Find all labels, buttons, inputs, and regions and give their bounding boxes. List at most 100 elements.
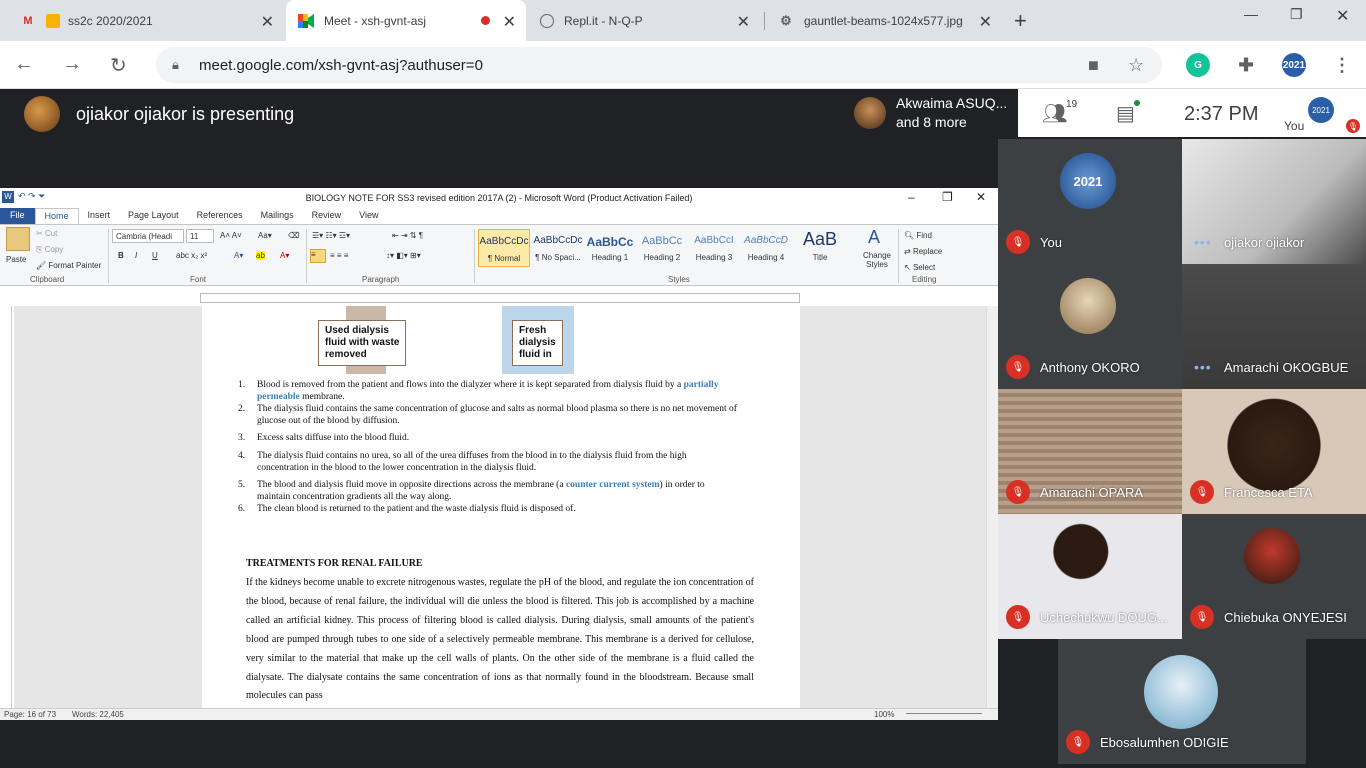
participant-tile[interactable]: 🎙︎ Anthony OKORO — [998, 264, 1182, 389]
text-effects-icon[interactable]: A▾ — [234, 251, 243, 260]
new-tab-icon[interactable]: + — [1014, 8, 1027, 34]
camera-icon[interactable]: ■ — [1088, 55, 1099, 76]
mic-off-icon: 🎙︎ — [1190, 605, 1214, 629]
highlight-icon[interactable]: ab — [256, 251, 265, 260]
bold-button[interactable]: B — [118, 251, 124, 260]
profile-avatar[interactable]: 2021 — [1282, 53, 1306, 77]
style-normal[interactable]: AaBbCcDc ¶ Normal — [478, 229, 530, 267]
recording-indicator — [481, 16, 490, 25]
format-painter-button[interactable]: 🖌︎ Format Painter — [36, 261, 101, 270]
indent-icon[interactable]: ⇤ ⇥ ⇅ ¶ — [392, 231, 423, 240]
undo-icon[interactable]: ↶ ↷ ⏷ — [18, 191, 45, 202]
zoom-slider[interactable] — [906, 713, 982, 714]
underline-button[interactable]: U — [152, 251, 158, 260]
mic-off-icon: 🎙︎ — [1006, 605, 1030, 629]
change-styles-button[interactable]: Change Styles — [862, 251, 892, 269]
avatar — [1244, 528, 1300, 584]
extensions-icon[interactable]: ✚ — [1234, 53, 1258, 77]
tab-close-icon[interactable]: ✕ — [261, 12, 274, 32]
font-size-select[interactable]: 11 — [186, 229, 214, 243]
vertical-scrollbar[interactable] — [986, 306, 998, 708]
menu-icon[interactable]: ⋮ — [1330, 53, 1354, 77]
tab-replit[interactable]: Repl.it - N-Q-P ✕ — [528, 0, 760, 41]
tab-view[interactable]: View — [350, 208, 387, 224]
tab-title: ss2c 2020/2021 — [68, 13, 153, 28]
tab-meet[interactable]: Meet - xsh-gvnt-asj ✕ — [286, 0, 526, 41]
tab-insert[interactable]: Insert — [79, 208, 120, 224]
find-button[interactable]: 🔍︎ Find — [904, 231, 932, 240]
people-icon[interactable]: 👥︎ — [1042, 101, 1067, 126]
tab-review[interactable]: Review — [303, 208, 351, 224]
italic-button[interactable]: I — [135, 251, 137, 260]
font-name-select[interactable]: Cambria (Headi — [112, 229, 184, 243]
style-heading-2[interactable]: AaBbCc Heading 2 — [636, 229, 688, 267]
lock-icon: 🔒︎ — [172, 57, 179, 72]
participant-tile[interactable]: 🎙︎ Ebosalumhen ODIGIE — [1058, 639, 1306, 764]
participant-tile[interactable]: 🎙︎ Francesca ETA — [1182, 389, 1366, 514]
tab-home[interactable]: Home — [34, 208, 79, 224]
minimize-icon[interactable]: – — [908, 190, 915, 204]
you-avatar: 2021 — [1308, 97, 1334, 123]
replace-button[interactable]: ⇄ Replace — [904, 247, 942, 256]
restore-icon[interactable]: ❐ — [942, 190, 953, 204]
align-left-button[interactable]: ≡ — [310, 249, 326, 263]
tab-image[interactable]: ⚙ gauntlet-beams-1024x577.jpg ✕ — [766, 0, 1002, 41]
participant-tile[interactable]: 2021 🎙︎ You — [998, 139, 1182, 264]
close-icon[interactable]: ✕ — [976, 190, 986, 204]
paste-button[interactable]: Paste — [6, 255, 26, 264]
back-icon[interactable]: ← — [14, 53, 34, 76]
bookmark-star-icon[interactable]: ☆ — [1128, 55, 1144, 76]
word-title-text: BIOLOGY NOTE FOR SS3 revised edition 201… — [305, 193, 693, 203]
tab-file[interactable]: File — [0, 208, 35, 224]
grow-font-icon[interactable]: A˄ A˅ — [220, 231, 242, 240]
bullets-icon[interactable]: ☰▾ ☷▾ ☲▾ — [312, 231, 350, 240]
paste-icon[interactable] — [6, 227, 30, 251]
replit-icon — [540, 13, 554, 28]
style-heading-1[interactable]: AaBbCc Heading 1 — [584, 229, 636, 267]
copy-button[interactable]: ⎘ Copy — [36, 245, 63, 255]
document-page[interactable]: Used dialysis fluid with waste removed Fre… — [202, 306, 800, 708]
style-title[interactable]: AaB Title — [794, 229, 846, 267]
participant-more: and 8 more — [896, 114, 967, 130]
tab-mailings[interactable]: Mailings — [252, 208, 303, 224]
style-heading-4[interactable]: AaBbCcD Heading 4 — [740, 229, 792, 267]
clear-format-icon[interactable]: ⌫ — [288, 231, 299, 240]
mic-off-icon: 🎙︎ — [1066, 730, 1090, 754]
tab-page-layout[interactable]: Page Layout — [119, 208, 188, 224]
tab-close-icon[interactable]: ✕ — [737, 12, 750, 32]
participant-tile[interactable]: ••• Amarachi OKOGBUE — [1182, 264, 1366, 389]
participant-tile[interactable]: ••• ojiakor ojiakor — [1182, 139, 1366, 264]
line-spacing-icon[interactable]: ↕▾ ◧▾ ⊞▾ — [386, 251, 421, 260]
cut-button[interactable]: ✂ Cut — [36, 229, 57, 238]
participant-tile[interactable]: 🎙︎ Uchechukwu DOUG... — [998, 514, 1182, 639]
minimize-icon[interactable]: — — [1244, 6, 1258, 22]
style-no-spacing[interactable]: AaBbCcDc ¶ No Spaci... — [532, 229, 584, 267]
word-logo-icon: W — [2, 191, 14, 203]
zoom-level[interactable]: 100% — [874, 710, 894, 719]
restore-icon[interactable]: ❐ — [1290, 6, 1303, 23]
strikethrough-button[interactable]: abc x₂ x² — [176, 251, 207, 260]
grammarly-icon[interactable]: G — [1186, 53, 1210, 77]
meet-icon — [298, 13, 314, 29]
align-buttons[interactable]: ≡ ≡ ≡ — [330, 251, 348, 260]
select-button[interactable]: ↖ Select — [904, 263, 935, 272]
top-participant-card[interactable]: Akwaima ASUQ... and 8 more — [846, 89, 1020, 137]
participant-tile[interactable]: 🎙︎ Chiebuka ONYEJESI — [1182, 514, 1366, 639]
font-color-icon[interactable]: A▾ — [280, 251, 289, 260]
address-bar[interactable]: 🔒︎ meet.google.com/xsh-gvnt-asj?authuser… — [156, 47, 1162, 83]
word-count[interactable]: Words: 22,405 — [72, 710, 124, 719]
diagram-label-used: Used dialysis fluid with waste removed — [318, 320, 407, 366]
change-case-icon[interactable]: Aa▾ — [258, 231, 272, 240]
reload-icon[interactable]: ↻ — [110, 53, 127, 78]
window-close-icon[interactable]: ✕ — [1336, 6, 1349, 26]
horizontal-ruler[interactable] — [200, 293, 800, 303]
participant-tile[interactable]: 🎙︎ Amarachi OPARA — [998, 389, 1182, 514]
chat-icon[interactable]: ▤ — [1116, 101, 1135, 126]
style-heading-3[interactable]: AaBbCcI Heading 3 — [688, 229, 740, 267]
forward-icon[interactable]: → — [62, 53, 82, 76]
page-count[interactable]: Page: 16 of 73 — [4, 710, 56, 719]
tab-close-icon[interactable]: ✕ — [979, 12, 992, 32]
tab-gmail[interactable]: M ss2c 2020/2021 ✕ — [8, 0, 284, 41]
tab-references[interactable]: References — [188, 208, 252, 224]
tab-close-icon[interactable]: ✕ — [503, 12, 516, 32]
